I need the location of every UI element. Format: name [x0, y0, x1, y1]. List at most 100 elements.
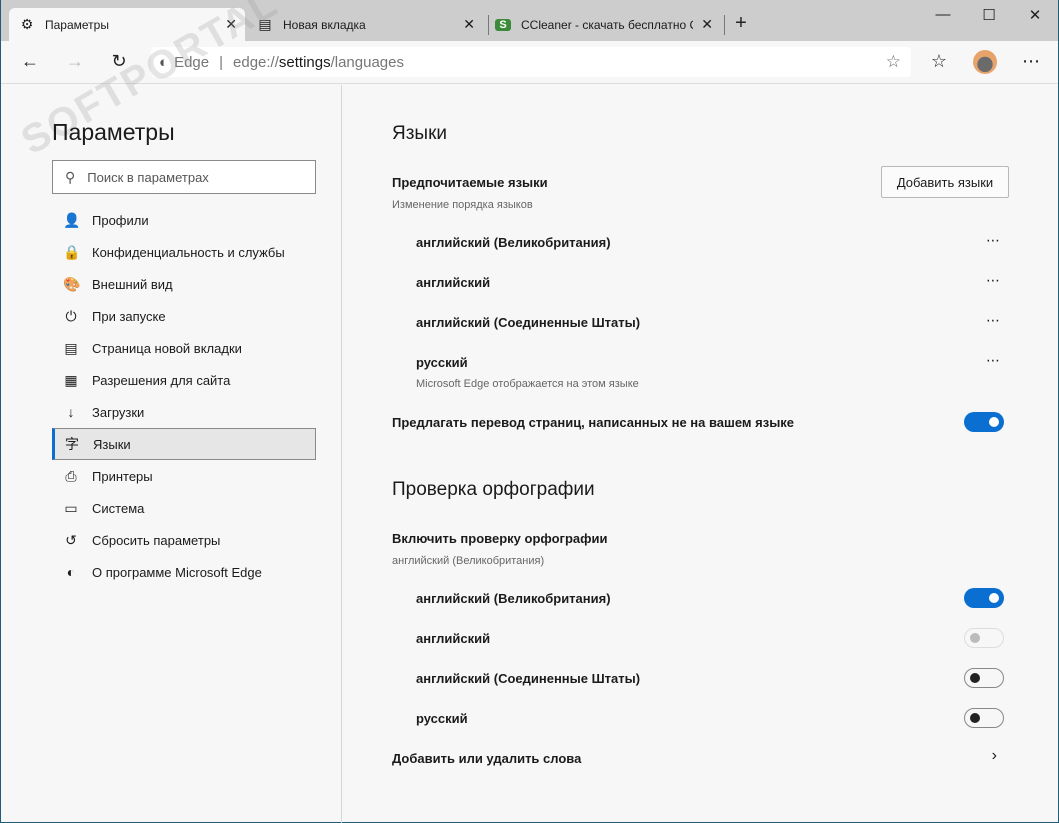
- url-path: settings: [278, 53, 331, 71]
- label: Разрешения для сайта: [92, 372, 231, 388]
- spell-toggle[interactable]: [964, 668, 1004, 688]
- add-favorite-icon[interactable]: ☆: [886, 52, 901, 72]
- sidebar-item-system[interactable]: ▭ Система: [52, 492, 316, 524]
- offer-translate-label: Предлагать перевод страниц, написанных н…: [392, 415, 795, 430]
- spell-language: английский (Великобритания): [416, 591, 611, 606]
- softportal-icon: S: [495, 18, 511, 31]
- sidebar-item-profiles[interactable]: 👤 Профили: [52, 204, 316, 236]
- tab-new-tab[interactable]: ▤ Новая вкладка ✕: [257, 8, 483, 41]
- spell-toggle[interactable]: [964, 628, 1004, 648]
- more-options-icon[interactable]: ⋯: [986, 312, 1001, 329]
- sidebar-item-new-tab[interactable]: ▤ Страница новой вкладки: [52, 332, 316, 364]
- maximize-button[interactable]: ☐: [969, 6, 1009, 24]
- minimize-button[interactable]: —: [923, 6, 963, 23]
- sidebar-item-downloads[interactable]: ↓ Загрузки: [52, 396, 316, 428]
- more-icon[interactable]: ⋯: [1019, 51, 1043, 72]
- site-label: Edge: [174, 53, 210, 71]
- close-tab-icon[interactable]: ✕: [463, 16, 475, 33]
- search-placeholder: Поиск в параметрах: [87, 169, 209, 185]
- more-options-icon[interactable]: ⋯: [986, 272, 1001, 289]
- new-tab-icon: ▤: [64, 339, 78, 356]
- label: Принтеры: [92, 468, 153, 484]
- search-icon: ⚲: [65, 168, 76, 185]
- profile-icon: 👤: [63, 211, 81, 228]
- sidebar-item-languages[interactable]: 字 Языки: [52, 428, 316, 460]
- edge-logo-icon: ◐: [159, 53, 169, 71]
- label: Сбросить параметры: [92, 532, 221, 548]
- gear-icon: ⚙: [20, 16, 34, 32]
- label: Страница новой вкладки: [92, 340, 242, 356]
- preferred-languages-sub: Изменение порядка языков: [392, 199, 533, 211]
- sidebar-title: Параметры: [52, 119, 175, 145]
- label: Внешний вид: [92, 276, 173, 292]
- favorites-icon[interactable]: ☆: [927, 51, 951, 72]
- spell-language: английский (Соединенные Штаты): [416, 671, 641, 686]
- sidebar: Параметры ⚲ Поиск в параметрах 👤 Профили 🔒…: [1, 85, 342, 823]
- spell-toggle[interactable]: [964, 708, 1004, 728]
- spellcheck-sub: английский (Великобритания): [392, 555, 545, 567]
- tab-ccleaner[interactable]: S CCleaner - скачать бесплатно C ✕: [495, 8, 721, 41]
- spell-language: русский: [416, 711, 468, 726]
- label: Загрузки: [92, 404, 145, 420]
- lock-icon: 🔒: [63, 243, 81, 260]
- label: Профили: [92, 212, 149, 228]
- sidebar-item-permissions[interactable]: ▦ Разрешения для сайта: [52, 364, 316, 396]
- spell-language: английский: [416, 631, 491, 646]
- spell-toggle[interactable]: [964, 588, 1004, 608]
- back-icon[interactable]: ←: [18, 51, 42, 72]
- url-suffix: /languages: [330, 53, 404, 71]
- language-item: английский: [416, 275, 491, 290]
- palette-icon: 🎨: [63, 275, 81, 292]
- tab-label: Новая вкладка: [283, 17, 366, 32]
- reset-icon: ↺: [65, 531, 77, 548]
- new-tab-icon: ▤: [258, 16, 272, 32]
- language-item: русский: [416, 355, 468, 370]
- forward-icon[interactable]: →: [63, 51, 87, 72]
- language-item: английский (Соединенные Штаты): [416, 315, 641, 330]
- avatar[interactable]: [973, 50, 997, 74]
- spellcheck-heading: Проверка орфографии: [392, 479, 595, 500]
- toolbar: ← → ↻ ◐ Edge | edge://settings/languages…: [1, 41, 1058, 84]
- sidebar-item-appearance[interactable]: 🎨 Внешний вид: [52, 268, 316, 300]
- refresh-icon[interactable]: ↻: [107, 51, 131, 72]
- tab-label: Параметры: [45, 17, 109, 32]
- sidebar-nav: 👤 Профили 🔒 Конфиденциальность и службы 🎨 В…: [52, 204, 316, 588]
- edge-logo-icon: ◐: [66, 564, 76, 580]
- divider: |: [219, 53, 224, 71]
- download-icon: ↓: [67, 404, 75, 420]
- sidebar-item-about[interactable]: ◐ О программе Microsoft Edge: [52, 556, 316, 588]
- sidebar-item-startup[interactable]: ⏻ При запуске: [52, 300, 316, 332]
- address-bar[interactable]: ◐ Edge | edge://settings/languages ☆: [151, 47, 911, 77]
- label: О программе Microsoft Edge: [92, 564, 262, 580]
- preferred-languages-label: Предпочитаемые языки: [392, 175, 548, 190]
- label: При запуске: [92, 308, 166, 324]
- offer-translate-toggle[interactable]: [964, 412, 1004, 432]
- power-icon: ⏻: [65, 307, 77, 324]
- label: Конфиденциальность и службы: [92, 244, 285, 260]
- language-icon: 字: [65, 436, 79, 452]
- more-options-icon[interactable]: ⋯: [986, 352, 1001, 369]
- sidebar-item-privacy[interactable]: 🔒 Конфиденциальность и службы: [52, 236, 316, 268]
- close-tab-icon[interactable]: ✕: [225, 16, 237, 33]
- permissions-icon: ▦: [64, 371, 78, 388]
- laptop-icon: ▭: [64, 499, 78, 516]
- label: Система: [92, 500, 145, 516]
- sidebar-item-reset[interactable]: ↺ Сбросить параметры: [52, 524, 316, 556]
- close-tab-icon[interactable]: ✕: [701, 16, 713, 33]
- add-languages-button[interactable]: Добавить языки: [881, 166, 1009, 198]
- chevron-right-icon[interactable]: ›: [992, 747, 997, 765]
- add-remove-words-link[interactable]: Добавить или удалить слова: [392, 751, 581, 766]
- more-options-icon[interactable]: ⋯: [986, 232, 1001, 249]
- url-prefix: edge://: [233, 53, 279, 71]
- sidebar-item-printers[interactable]: ⎙ Принтеры: [52, 460, 316, 492]
- search-input[interactable]: ⚲ Поиск в параметрах: [52, 160, 316, 194]
- tab-bar: ⚙ Параметры ✕ ▤ Новая вкладка ✕ S CCleaner - …: [1, 0, 1058, 41]
- spellcheck-enable-label: Включить проверку орфографии: [392, 531, 608, 546]
- languages-heading: Языки: [392, 123, 448, 144]
- tab-label: CCleaner - скачать бесплатно C: [521, 17, 693, 32]
- new-tab-button[interactable]: +: [721, 12, 761, 35]
- printer-icon: ⎙: [65, 467, 77, 484]
- close-window-button[interactable]: ✕: [1015, 6, 1055, 24]
- tab-settings[interactable]: ⚙ Параметры ✕: [9, 8, 245, 41]
- language-item: английский (Великобритания): [416, 235, 611, 250]
